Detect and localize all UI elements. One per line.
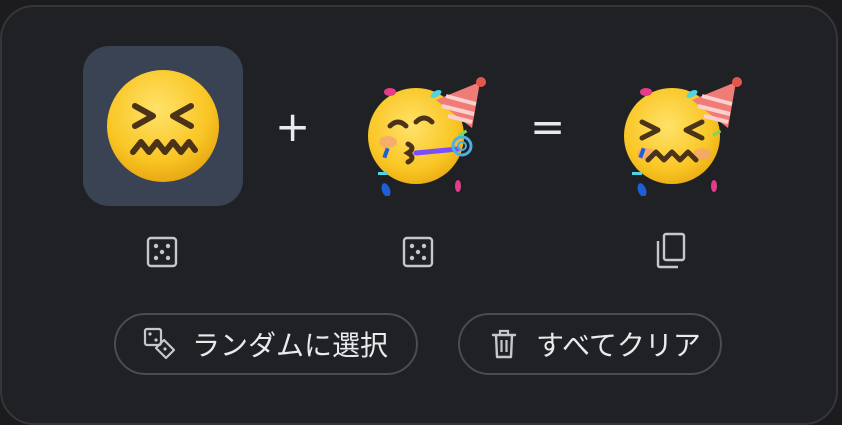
- emoji-kitchen-panel: + = ランダムに選択 すべてクリア: [0, 5, 838, 425]
- result-emoji-slot[interactable]: [596, 46, 756, 206]
- left-emoji-slot[interactable]: [83, 46, 243, 206]
- equals-sign: =: [530, 102, 566, 151]
- randomize-left-button[interactable]: [142, 232, 182, 272]
- confounded-party-face-emoji: [624, 77, 742, 196]
- dice-icon: [146, 236, 178, 268]
- random-select-button[interactable]: ランダムに選択: [114, 313, 418, 375]
- trash-icon: [486, 326, 522, 362]
- clear-all-button[interactable]: すべてクリア: [458, 313, 722, 375]
- clear-all-label: すべてクリア: [536, 329, 701, 362]
- dice-icon: [402, 236, 434, 268]
- copy-icon: [656, 232, 686, 269]
- right-emoji-slot[interactable]: [340, 46, 500, 206]
- confounded-face-emoji: [107, 70, 219, 182]
- random-select-label: ランダムに選択: [192, 329, 389, 362]
- plus-sign: +: [275, 102, 311, 151]
- randomize-right-button[interactable]: [398, 232, 438, 272]
- copy-result-button[interactable]: [650, 230, 690, 270]
- dice-tag-icon: [142, 326, 178, 362]
- kissing-party-face-emoji: [368, 77, 486, 196]
